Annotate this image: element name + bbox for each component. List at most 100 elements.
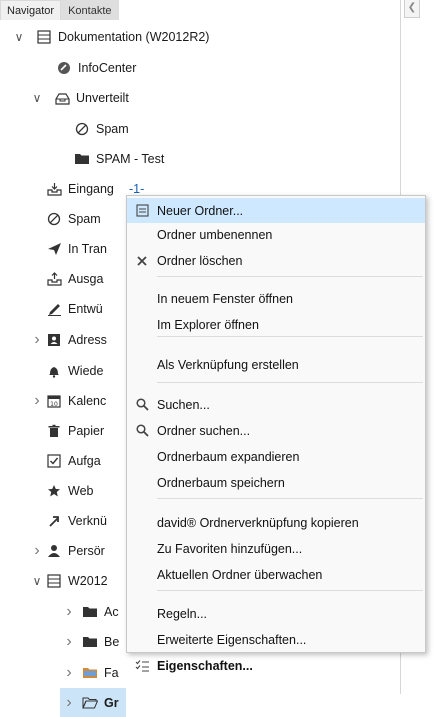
- folder-icon: [82, 604, 98, 620]
- chevron-down-icon[interactable]: ∨: [12, 30, 26, 44]
- send-icon: [46, 241, 62, 257]
- list-icon: [46, 573, 62, 589]
- menu-item-search[interactable]: Suchen...: [127, 392, 425, 417]
- menu-separator: [157, 276, 423, 277]
- menu-separator: [157, 382, 423, 383]
- person-icon: [46, 543, 62, 559]
- menu-item-save-tree[interactable]: Ordnerbaum speichern: [127, 470, 425, 495]
- menu-item-open-explorer[interactable]: Im Explorer öffnen: [127, 312, 425, 337]
- search-icon: [127, 398, 157, 411]
- tree-item-label: Ac: [104, 604, 119, 619]
- menu-item-watch-folder[interactable]: Aktuellen Ordner überwachen: [127, 562, 425, 587]
- tree-item-label: SPAM - Test: [96, 151, 165, 166]
- panel-tabs: Navigator Kontakte: [0, 0, 119, 20]
- tree-item-label: Wiede: [68, 363, 104, 378]
- menu-item-label: david® Ordnerverknüpfung kopieren: [157, 515, 359, 530]
- inbox-icon: [46, 181, 62, 197]
- menu-item-copy-folder-link[interactable]: david® Ordnerverknüpfung kopieren: [127, 510, 425, 535]
- menu-separator: [157, 498, 423, 499]
- menu-item-label: Im Explorer öffnen: [157, 317, 259, 332]
- menu-separator: [157, 590, 423, 591]
- tree-item-label: In Tran: [68, 241, 107, 256]
- tree-item[interactable]: Spam: [0, 114, 400, 143]
- calendar-icon: 10: [46, 393, 62, 409]
- menu-item-label: Regeln...: [157, 606, 208, 621]
- chevron-right-icon[interactable]: ›: [62, 694, 76, 712]
- tree-item[interactable]: InfoCenter: [0, 53, 400, 82]
- prohibited-icon: [46, 211, 62, 227]
- menu-item-label: Neuer Ordner...: [157, 203, 244, 218]
- chevron-right-icon[interactable]: ›: [30, 331, 44, 349]
- menu-item-open-new-window[interactable]: In neuem Fenster öffnen: [127, 286, 425, 311]
- trash-icon: [46, 423, 62, 439]
- tab-kontakte[interactable]: Kontakte: [61, 0, 119, 20]
- folder-open-icon: [82, 695, 98, 711]
- tree-item-label: Eingang: [68, 181, 114, 196]
- star-icon: [46, 483, 62, 499]
- menu-item-label: Aktuellen Ordner überwachen: [157, 567, 323, 582]
- tree-item-label: Fa: [104, 665, 119, 680]
- collapse-left-icon[interactable]: ❮: [404, 0, 420, 18]
- prohibited-icon: [74, 121, 90, 137]
- menu-item-expand-tree[interactable]: Ordnerbaum expandieren: [127, 444, 425, 469]
- tree-item-label: Gr: [104, 695, 119, 710]
- menu-item-label: Als Verknüpfung erstellen: [157, 357, 299, 372]
- tree-item-label: Spam: [96, 121, 129, 136]
- tree-item-label: Verknü: [68, 513, 107, 528]
- infocenter-icon: [56, 60, 72, 76]
- chevron-right-icon[interactable]: ›: [62, 664, 76, 682]
- menu-item-label: Ordner umbenennen: [157, 227, 273, 242]
- menu-item-rules[interactable]: Regeln...: [127, 601, 425, 626]
- menu-item-label: Erweiterte Eigenschaften...: [157, 632, 307, 647]
- menu-item-delete-folder[interactable]: Ordner löschen: [127, 248, 425, 273]
- address-book-icon: [46, 332, 62, 348]
- menu-item-properties[interactable]: Eigenschaften...: [127, 653, 425, 678]
- tree-item-label: Unverteilt: [76, 90, 129, 105]
- chevron-right-icon[interactable]: ›: [62, 603, 76, 621]
- tree-item-label: Aufga: [68, 453, 101, 468]
- tree-item-label: InfoCenter: [78, 60, 137, 75]
- checkbox-icon: [46, 453, 62, 469]
- tree-item-label: Be: [104, 634, 120, 649]
- menu-item-extended-properties[interactable]: Erweiterte Eigenschaften...: [127, 627, 425, 652]
- tree-item-label: Entwü: [68, 301, 103, 316]
- tray-icon: [54, 90, 70, 106]
- folder-icon: [74, 151, 90, 167]
- menu-item-label: Ordnerbaum speichern: [157, 475, 285, 490]
- context-menu: Neuer Ordner... Ordner umbenennen Ordner l…: [126, 195, 426, 673]
- tree-item-label: Persör: [68, 543, 105, 558]
- search-icon: [127, 424, 157, 437]
- tree-item-label: Dokumentation (W2012R2): [58, 29, 210, 44]
- menu-item-new-folder[interactable]: Neuer Ordner...: [127, 198, 425, 223]
- tree-item-label: Spam: [68, 211, 101, 226]
- menu-item-rename-folder[interactable]: Ordner umbenennen: [127, 222, 425, 247]
- tree-item-label: Kalenc: [68, 393, 107, 408]
- menu-item-add-favorites[interactable]: Zu Favoriten hinzufügen...: [127, 536, 425, 561]
- menu-item-search-folder[interactable]: Ordner suchen...: [127, 418, 425, 443]
- menu-item-label: In neuem Fenster öffnen: [157, 291, 293, 306]
- chevron-right-icon[interactable]: ›: [30, 392, 44, 410]
- chevron-down-icon[interactable]: ∨: [30, 91, 44, 105]
- menu-separator: [157, 336, 423, 337]
- chevron-right-icon[interactable]: ›: [30, 542, 44, 560]
- new-folder-icon: [127, 204, 157, 217]
- menu-item-label: Ordnerbaum expandieren: [157, 449, 300, 464]
- tree-item-label: Web: [68, 483, 94, 498]
- menu-item-label: Suchen...: [157, 397, 210, 412]
- delete-x-icon: [127, 255, 157, 267]
- list-icon: [36, 29, 52, 45]
- tree-item[interactable]: SPAM - Test: [0, 144, 400, 173]
- outbox-icon: [46, 271, 62, 287]
- tree-item[interactable]: › Gr: [60, 688, 126, 717]
- chevron-down-icon[interactable]: ∨: [30, 574, 44, 588]
- menu-item-label: Ordner suchen...: [157, 423, 251, 438]
- chevron-right-icon[interactable]: ›: [62, 633, 76, 651]
- menu-item-create-shortcut[interactable]: Als Verknüpfung erstellen: [127, 352, 425, 377]
- tree-item-label: W2012: [68, 573, 108, 588]
- bell-icon: [46, 363, 62, 379]
- tree-item[interactable]: ∨ Dokumentation (W2012R2): [0, 22, 400, 51]
- menu-item-label: Ordner löschen: [157, 253, 243, 268]
- tab-navigator[interactable]: Navigator: [0, 0, 62, 20]
- tree-item[interactable]: ∨ Unverteilt: [0, 83, 400, 112]
- link-icon: [46, 513, 62, 529]
